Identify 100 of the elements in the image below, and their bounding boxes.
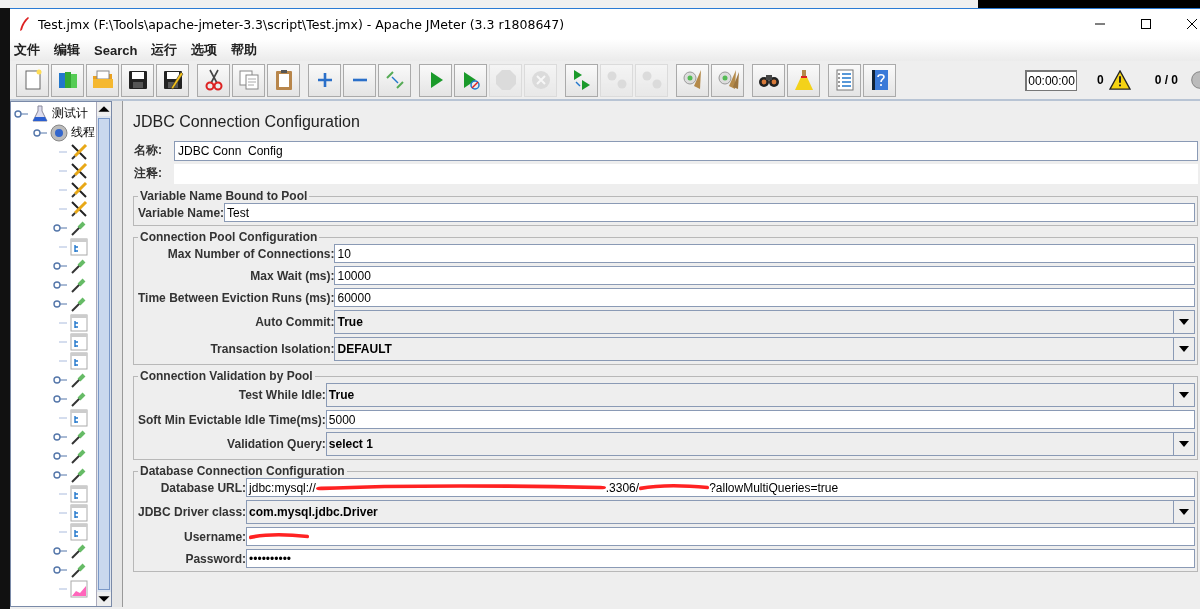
- wrench-icon[interactable]: [70, 161, 88, 180]
- field-label: 名称:: [133, 142, 163, 159]
- feather-icon: [18, 16, 30, 32]
- name-field[interactable]: JDBC Conn Config: [174, 140, 1198, 161]
- panel-title: JDBC Connection Configuration: [133, 113, 361, 131]
- tree-line: [59, 416, 67, 419]
- tree-handle-icon[interactable]: [53, 374, 67, 385]
- field-label: Password:: [184, 551, 247, 566]
- dropdown[interactable]: True: [325, 383, 1195, 407]
- close-icon[interactable]: [1186, 18, 1198, 30]
- text-field[interactable]: 60000: [334, 288, 1195, 307]
- scroll-up-icon[interactable]: [97, 102, 111, 116]
- text-field[interactable]: jdbc:mysql:// .3306/ ?allowMultiQueries=true: [246, 478, 1195, 497]
- section-title: Connection Pool Configuration: [139, 230, 319, 244]
- dropdown-arrow-icon: [1179, 346, 1189, 352]
- tree-handle-icon[interactable]: [53, 260, 67, 271]
- field-label: Database URL:: [159, 480, 247, 495]
- toolbar-button[interactable]: [121, 63, 154, 97]
- tree-line: [59, 587, 67, 590]
- tree-line: [59, 188, 67, 191]
- wrench-icon[interactable]: [70, 180, 88, 199]
- minus-icon: [351, 78, 368, 82]
- tree-line: [59, 150, 67, 153]
- field-label: Soft Min Evictable Idle Time(ms):: [138, 412, 326, 427]
- field-label: Variable Name:: [138, 205, 225, 220]
- thread-count: 0 / 0: [1154, 73, 1178, 87]
- tree-handle-icon[interactable]: [53, 545, 67, 556]
- tree-line: [59, 169, 67, 172]
- tree-handle-icon[interactable]: [53, 279, 67, 290]
- tree-handle-icon[interactable]: [53, 564, 67, 575]
- stop-sign-icon: [493, 68, 518, 92]
- text-field[interactable]: 10000: [334, 266, 1195, 285]
- gear-brooms-icon: [715, 68, 740, 92]
- text-field[interactable]: [246, 527, 1195, 546]
- tree-handle-icon[interactable]: [14, 108, 28, 119]
- field-label: Validation Query:: [226, 437, 326, 451]
- warning-icon[interactable]: [1108, 70, 1131, 90]
- text-field[interactable]: Test: [224, 203, 1195, 222]
- tree-line: [59, 492, 67, 495]
- toolbar-button[interactable]: [156, 63, 189, 97]
- dropdown[interactable]: DEFAULT: [334, 337, 1195, 361]
- tree-handle-icon[interactable]: [53, 393, 67, 404]
- menu-item[interactable]: 选项: [191, 41, 218, 59]
- wrench-icon[interactable]: [70, 199, 88, 218]
- tree-handle-icon[interactable]: [53, 298, 67, 309]
- config-window-icon[interactable]: [70, 332, 88, 351]
- scrollbar-thumb[interactable]: [98, 118, 110, 590]
- window-title: Test.jmx (F:\Tools\apache-jmeter-3.3\script\Test.jmx) - Apache JMeter (3.3 r1808647): [38, 16, 565, 32]
- dropdown-arrow-icon: [1179, 392, 1189, 398]
- section-title: Variable Name Bound to Pool: [139, 189, 309, 203]
- dropdown[interactable]: True: [334, 310, 1195, 334]
- field-label: Username:: [183, 529, 247, 544]
- section-title: Database Connection Configuration: [139, 464, 346, 478]
- menu-item[interactable]: 运行: [151, 41, 178, 59]
- maximize-icon[interactable]: [1140, 18, 1152, 30]
- toolbar-button[interactable]: [863, 63, 896, 97]
- dropdown[interactable]: select 1: [325, 432, 1195, 456]
- field-label: Auto Commit:: [254, 315, 335, 329]
- timer-display: 00:00:00: [1025, 69, 1077, 91]
- toolbar-button[interactable]: [197, 63, 230, 97]
- tree-handle-icon[interactable]: [53, 222, 67, 233]
- tree-handle-icon[interactable]: [53, 469, 67, 480]
- field-label: 注释:: [133, 165, 163, 182]
- tree-handle-icon[interactable]: [53, 431, 67, 442]
- flask-icon: [31, 104, 49, 123]
- menu-item[interactable]: 帮助: [231, 41, 258, 59]
- tree-line: [59, 245, 67, 248]
- tree-line: [59, 321, 67, 324]
- toolbar-button[interactable]: [752, 63, 785, 97]
- tree-handle-icon[interactable]: [33, 127, 47, 138]
- field-label: JDBC Driver class:: [138, 505, 247, 519]
- field-label: Test While Idle:: [237, 388, 326, 402]
- text-field[interactable]: 5000: [325, 410, 1195, 429]
- dropdown-arrow-icon: [1179, 319, 1189, 325]
- dropdown[interactable]: com.mysql.jdbc.Driver: [246, 500, 1195, 524]
- dropdown-arrow-icon: [1179, 509, 1189, 515]
- config-window-icon[interactable]: [70, 503, 88, 522]
- tree-line: [59, 530, 67, 533]
- menu-item[interactable]: 编辑: [54, 41, 80, 59]
- redaction-scribble: [639, 483, 710, 492]
- tree-line: [59, 511, 67, 514]
- redaction-scribble: [249, 532, 310, 541]
- text-field[interactable]: ••••••••••: [246, 549, 1195, 568]
- tree-line: [59, 359, 67, 362]
- tree-node[interactable]: 线程: [71, 124, 95, 141]
- copy-icon: [236, 68, 261, 92]
- section-title: Connection Validation by Pool: [139, 369, 314, 383]
- wrench-icon[interactable]: [70, 142, 88, 161]
- field-label: Max Wait (ms):: [249, 268, 335, 283]
- menu-item[interactable]: Search: [94, 42, 138, 58]
- field-label: Transaction Isolation:: [209, 342, 335, 356]
- tree-line: [59, 340, 67, 343]
- scroll-down-icon[interactable]: [97, 592, 111, 606]
- tree-handle-icon[interactable]: [53, 450, 67, 461]
- dropdown-arrow-icon: [1179, 441, 1189, 447]
- tree-node[interactable]: 测试计: [52, 105, 88, 122]
- tree-line: [59, 207, 67, 210]
- scrollbar[interactable]: [96, 102, 111, 606]
- menu-item[interactable]: 文件: [14, 41, 40, 59]
- text-field[interactable]: 10: [334, 244, 1195, 263]
